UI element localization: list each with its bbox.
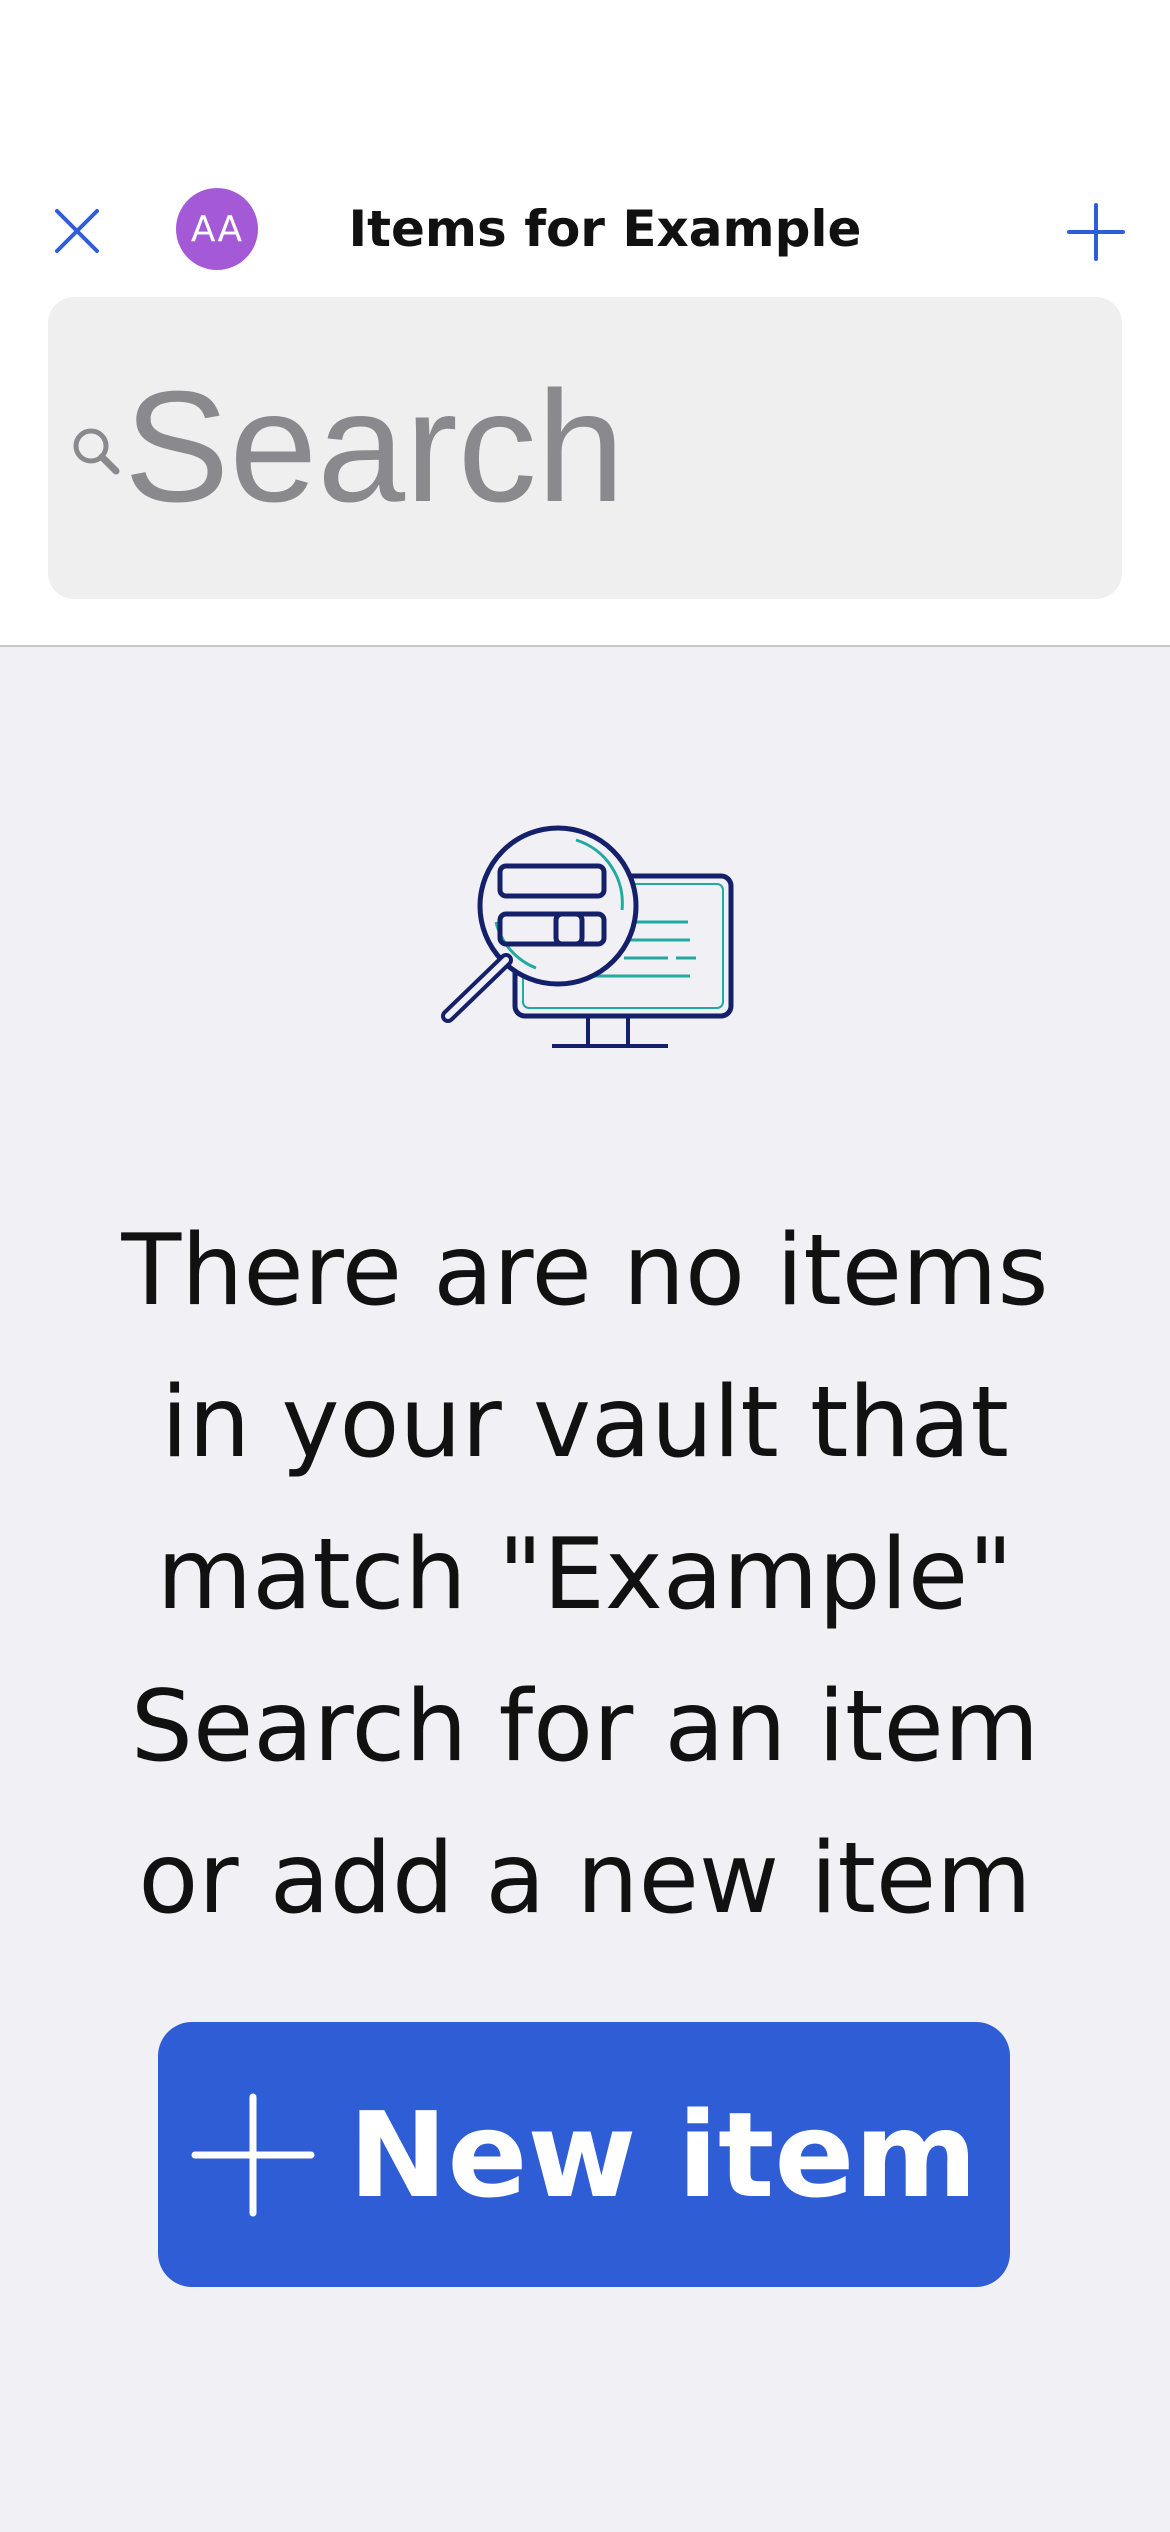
empty-state-message: There are no items in your vault that ma…	[121, 1214, 1049, 1936]
search-icon	[73, 428, 120, 475]
top-area: AA Items for Example	[0, 0, 1170, 647]
search-illustration-icon	[441, 825, 734, 1048]
new-item-label: New item	[348, 2085, 978, 2224]
close-button[interactable]	[42, 196, 112, 266]
search-input[interactable]	[124, 337, 1084, 557]
add-item-button[interactable]	[1058, 194, 1134, 270]
plus-icon	[191, 2093, 315, 2216]
new-item-button[interactable]: New item	[158, 2022, 1010, 2287]
navigation-bar: AA Items for Example	[0, 180, 1170, 280]
avatar[interactable]: AA	[176, 188, 258, 270]
close-icon	[55, 209, 99, 253]
plus-icon	[1067, 203, 1125, 261]
page-title: Items for Example	[348, 200, 862, 258]
search-bar[interactable]	[48, 297, 1122, 599]
